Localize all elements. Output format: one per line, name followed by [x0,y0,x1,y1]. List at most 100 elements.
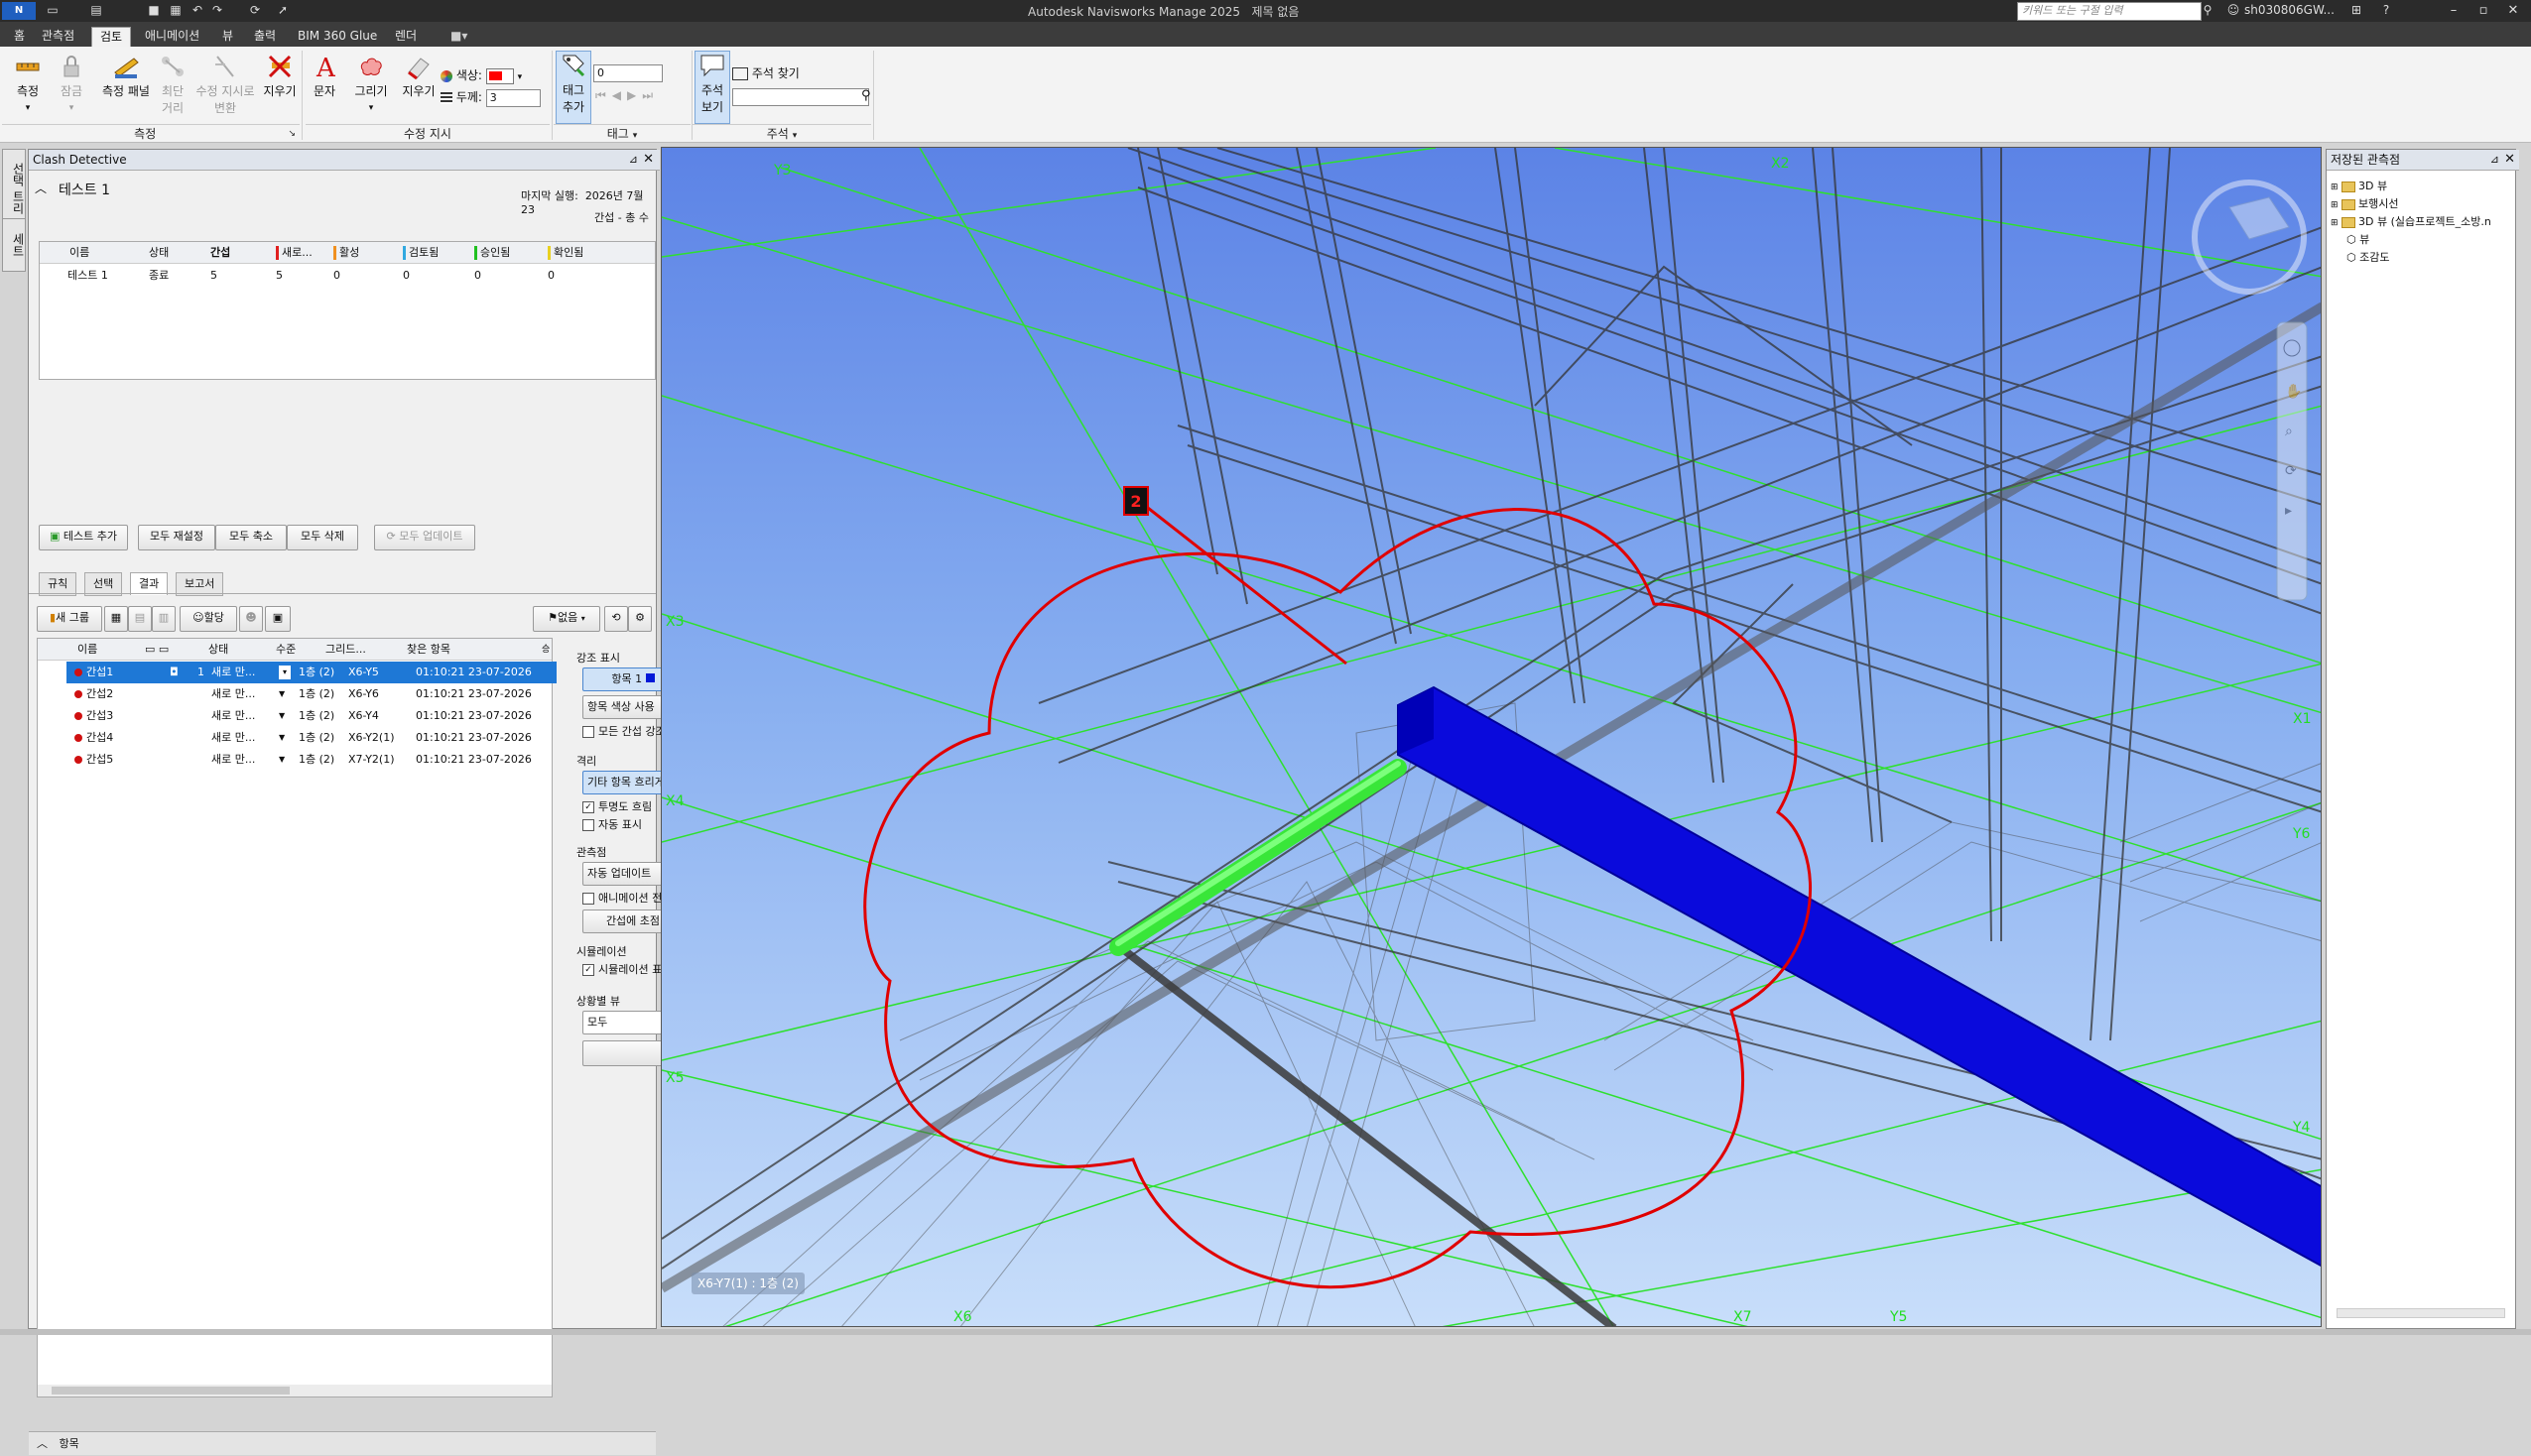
col-active[interactable]: 활성 [333,242,359,264]
result-row[interactable]: 간섭2 새로 만... ▼ 1층 (2) X6-Y6 01:10:21 23-0… [66,683,557,705]
update-all-button[interactable]: ⟳ 모두 업데이트 [374,525,475,550]
pin-icon[interactable]: ⊿ [629,150,638,170]
result-row[interactable]: 간섭5 새로 만... ▼ 1층 (2) X7-Y2(1) 01:10:21 2… [66,749,557,771]
tree-item-folder[interactable]: ⊞ 보행시선 [2331,195,2399,211]
rcol-grid[interactable]: 그리드... [325,639,366,661]
rcol-name[interactable]: 이름 [77,639,97,661]
3d-viewport[interactable]: 2 Y3 X2 X3 X4 X5 X6 X7 Y5 Y4 Y6 X1 ✋ ⌕ ⟳… [661,147,2322,1327]
view-comments-button[interactable]: 주석 보기 [695,51,730,124]
erase-measure-button[interactable]: 지우기 [260,53,300,99]
close-panel-icon[interactable]: ✕ [2504,150,2515,170]
rcol-status[interactable]: 상태 [208,639,228,661]
delete-all-button[interactable]: 모두 삭제 [287,525,358,550]
color-control[interactable]: 색상: ▾ [441,66,536,86]
rcol-more[interactable]: 승 [542,639,550,661]
maximize-button[interactable]: ▫ [2468,2,2498,20]
rcol-icons[interactable]: ▭ ▭ [145,639,169,661]
result-row[interactable]: 간섭3 새로 만... ▼ 1층 (2) X6-Y4 01:10:21 23-0… [66,705,557,727]
col-name[interactable]: 이름 [69,242,89,264]
tree-item-view[interactable]: ⬡ 뷰 [2346,231,2369,247]
reset-all-button[interactable]: 모두 재설정 [138,525,215,550]
help-icon[interactable]: ? [2379,3,2393,17]
open-icon[interactable]: ▭ [46,3,60,17]
search-input[interactable]: 키워드 또는 구절 입력 [2017,2,2202,21]
tree-item-view[interactable]: ⬡ 조감도 [2346,249,2389,265]
tag-nav-icons[interactable]: ⏮◀▶⏭ [595,88,685,106]
col-reviewed[interactable]: 검토됨 [403,242,439,264]
tab-animation[interactable]: 애니메이션 [137,27,207,47]
assign-button[interactable]: ☺할당 [180,606,237,632]
camera-dropdown-icon[interactable]: ■▾ [443,27,475,47]
compact-all-button[interactable]: 모두 축소 [215,525,287,550]
tab-home[interactable]: 홈 [6,27,33,47]
clear-redline-button[interactable]: 지우기 [399,53,439,99]
tree-item-folder[interactable]: ⊞ 3D 뷰 (실습프로젝트_소방.n [2331,213,2491,229]
pin-icon[interactable]: ⊿ [2490,150,2499,170]
filter-dropdown[interactable]: ⚑없음 ▾ [533,606,600,632]
explode-group-icon-button[interactable]: ▥ [152,606,176,632]
find-comments-button[interactable]: 주석 찾기 [732,64,851,82]
redo-icon[interactable]: ↷ [210,3,224,17]
user-icon[interactable]: ☺ [2226,3,2240,17]
close-window-button[interactable]: ✕ [2498,2,2528,20]
tab-bim360[interactable]: BIM 360 Glue [290,27,385,47]
result-row[interactable]: 간섭1 ◘ 1 새로 만... ▾ 1층 (2) X6-Y5 01:10:21 … [66,662,557,683]
tab-view[interactable]: 뷰 [214,27,241,47]
selection-tree-tab[interactable]: 선택 트리 [2,149,26,228]
items-section[interactable]: ︿ 항목 [29,1431,656,1455]
save-icon[interactable]: ■ [147,3,161,17]
tab-viewpoint[interactable]: 관측점 [34,27,82,47]
folder-icon[interactable]: ▤ [89,3,103,17]
search-icon[interactable]: ⚲ [861,88,871,103]
ungroup-icon-button[interactable]: ▤ [128,606,152,632]
col-clashes[interactable]: 간섭 [210,242,230,264]
binoculars-icon[interactable]: ⚲ [2201,3,2215,17]
tab-render[interactable]: 렌더 [387,27,425,47]
summary-row[interactable]: 테스트 1 종료 5 5 0 0 0 0 [40,266,655,286]
close-panel-icon[interactable]: ✕ [643,150,654,170]
rcol-level[interactable]: 수준 [276,639,296,661]
lock-button[interactable]: 잠금 ▾ [52,53,91,113]
measure-button[interactable]: 측정 ▾ [8,53,48,113]
refresh-icon[interactable]: ⟳ [248,3,262,17]
col-new[interactable]: 새로... [276,242,313,264]
svg-text:✋: ✋ [2285,383,2302,400]
collapse-test-icon[interactable]: ︿ [35,180,47,196]
settings-icon[interactable]: ⚙ [628,606,652,632]
minimize-button[interactable]: – [2439,2,2468,20]
refresh-results-icon[interactable]: ⟲ [604,606,628,632]
new-group-button[interactable]: ▮새 그룹 [37,606,102,632]
col-resolved[interactable]: 확인됨 [548,242,583,264]
thickness-stepper[interactable]: 3 [485,88,541,107]
tab-review[interactable]: 검토 [91,27,132,48]
tag-number-input[interactable]: 0 [593,64,663,82]
comment-add-icon-button[interactable]: ▣ [265,606,291,632]
undo-icon[interactable]: ↶ [190,3,204,17]
saved-hscrollbar[interactable] [2337,1308,2505,1318]
results-hscrollbar[interactable] [38,1385,552,1396]
text-button[interactable]: A 문자 [308,53,341,99]
cart-icon[interactable]: ⊞ [2349,3,2363,17]
unassign-icon-button[interactable]: ☻ [239,606,263,632]
convert-to-redline-button[interactable]: 수정 지시로 변환 [190,53,260,116]
draw-button[interactable]: 그리기 ▾ [349,53,393,113]
select-icon[interactable]: ➚ [276,3,290,17]
rcol-found[interactable]: 찾은 항목 [407,639,450,661]
tab-results[interactable]: 결과 [130,572,169,595]
col-status[interactable]: 상태 [149,242,169,264]
comment-search-input[interactable] [732,88,869,106]
add-test-button[interactable]: ▣ 테스트 추가 [39,525,128,550]
viewport-scene[interactable]: 2 Y3 X2 X3 X4 X5 X6 X7 Y5 Y4 Y6 X1 ✋ ⌕ ⟳… [662,148,2322,1327]
user-name[interactable]: sh030806GW... [2244,3,2335,17]
result-row[interactable]: 간섭4 새로 만... ▼ 1층 (2) X6-Y2(1) 01:10:21 2… [66,727,557,749]
print-icon[interactable]: ▦ [169,3,183,17]
measure-panel-button[interactable]: 측정 패널 [95,53,157,99]
shortest-distance-button[interactable]: 최단 거리 [153,53,192,116]
add-tag-button[interactable]: 태그 추가 [556,51,591,124]
group-icon-button[interactable]: ▦ [104,606,128,632]
col-approved[interactable]: 승인됨 [474,242,510,264]
app-logo[interactable]: N [2,2,36,20]
tree-item-folder[interactable]: ⊞ 3D 뷰 [2331,178,2387,193]
sets-tab[interactable]: 세트 [2,218,26,272]
tab-output[interactable]: 출력 [246,27,284,47]
